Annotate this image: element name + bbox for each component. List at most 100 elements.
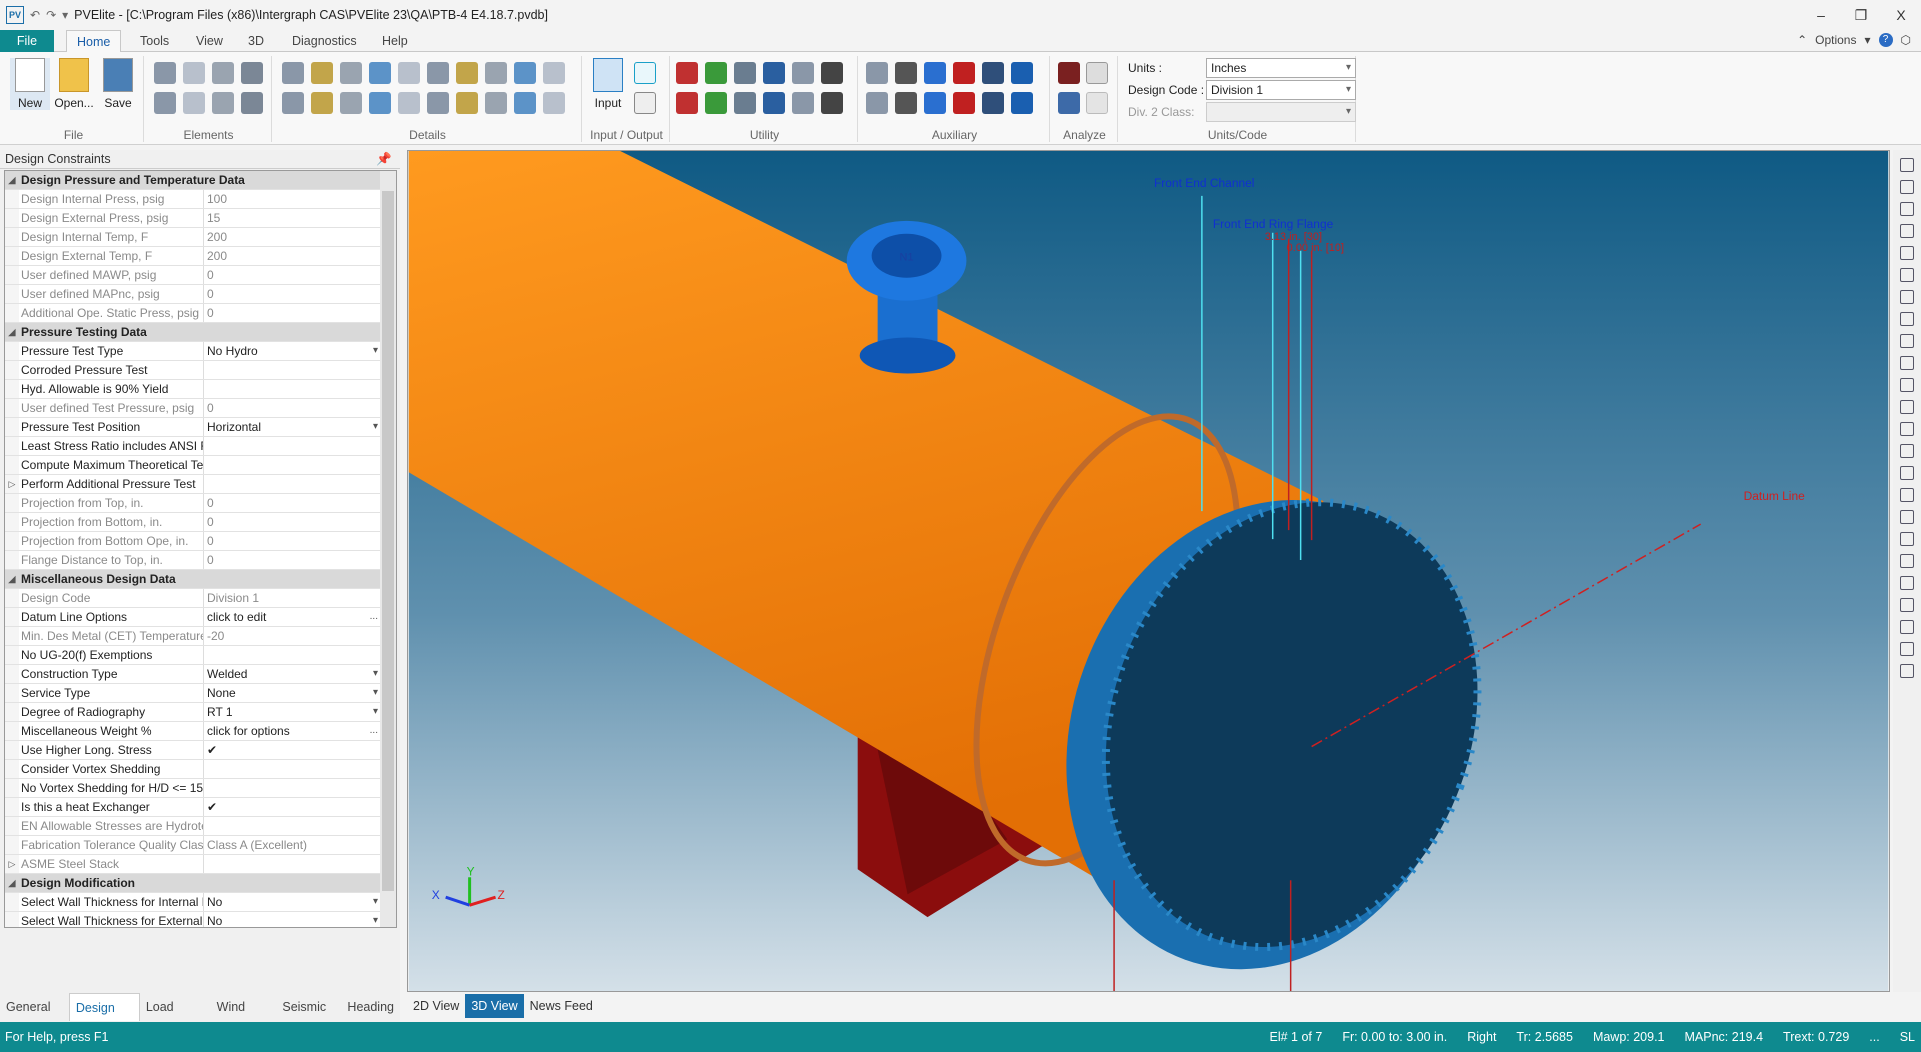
minimize-button[interactable]: – — [1801, 0, 1841, 30]
property-row[interactable]: Pressure Test Type No Hydro ▾ — [5, 342, 396, 361]
auxiliary-tool-icon[interactable] — [982, 62, 1004, 84]
output-icon[interactable] — [1086, 62, 1108, 84]
close-button[interactable]: X — [1881, 0, 1921, 30]
redo-icon[interactable]: ↷ — [46, 8, 56, 22]
expand-icon[interactable]: ▷ — [5, 475, 19, 493]
category-row[interactable]: ◢ Pressure Testing Data — [5, 323, 396, 342]
detail-tool-icon[interactable] — [398, 62, 420, 84]
property-value[interactable]: Horizontal ▾ — [204, 418, 382, 436]
dropdown-arrow-icon[interactable]: ▾ — [373, 684, 378, 702]
tab-view[interactable]: View — [186, 30, 233, 52]
panel-tab[interactable]: Wind Data — [211, 993, 277, 1042]
view-tool-icon[interactable] — [1900, 532, 1914, 546]
property-row[interactable]: Hyd. Allowable is 90% Yield — [5, 380, 396, 399]
property-value[interactable] — [204, 380, 382, 398]
property-row[interactable]: Degree of Radiography RT 1 ▾ — [5, 703, 396, 722]
detail-tool-icon[interactable] — [340, 92, 362, 114]
auxiliary-tool-icon[interactable] — [895, 92, 917, 114]
property-value[interactable]: click to edit... — [204, 608, 382, 626]
element-tool-icon[interactable] — [241, 92, 263, 114]
view-tool-icon[interactable] — [1900, 224, 1914, 238]
view-tool-icon[interactable] — [1900, 400, 1914, 414]
view-tool-icon[interactable] — [1900, 202, 1914, 216]
auxiliary-tool-icon[interactable] — [866, 92, 888, 114]
dropdown-arrow-icon[interactable]: ▾ — [373, 893, 378, 911]
help-icon[interactable]: ? — [1878, 33, 1893, 47]
detail-tool-icon[interactable] — [311, 92, 333, 114]
utility-tool-icon[interactable] — [792, 92, 814, 114]
tab-3d[interactable]: 3D — [238, 30, 274, 52]
detail-tool-icon[interactable] — [369, 92, 391, 114]
auxiliary-tool-icon[interactable] — [953, 92, 975, 114]
tab-tools[interactable]: Tools — [130, 30, 179, 52]
customize-qat-icon[interactable]: ▾ — [62, 8, 68, 22]
view-tool-icon[interactable] — [1900, 180, 1914, 194]
tab-2d-view[interactable]: 2D View — [407, 994, 465, 1018]
property-row[interactable]: No Vortex Shedding for H/D <= 15 — [5, 779, 396, 798]
view-tool-icon[interactable] — [1900, 356, 1914, 370]
open-button[interactable]: Open... — [54, 58, 94, 110]
detail-tool-icon[interactable] — [282, 92, 304, 114]
design-code-select[interactable]: Division 1 — [1206, 80, 1356, 100]
collapse-icon[interactable]: ◢ — [5, 570, 19, 588]
property-value[interactable] — [204, 475, 382, 493]
collapse-icon[interactable]: ◢ — [5, 323, 19, 341]
detail-tool-icon[interactable] — [543, 92, 565, 114]
property-row[interactable]: Fabrication Tolerance Quality Class Class… — [5, 836, 396, 855]
detail-tool-icon[interactable] — [485, 62, 507, 84]
dropdown-arrow-icon[interactable]: ▾ — [373, 342, 378, 360]
dropdown-arrow-icon[interactable]: ▾ — [373, 703, 378, 721]
property-row[interactable]: Design Code Division 1 — [5, 589, 396, 608]
property-row[interactable]: No UG-20(f) Exemptions — [5, 646, 396, 665]
property-value[interactable] — [204, 779, 382, 797]
property-value[interactable]: None ▾ — [204, 684, 382, 702]
utility-tool-icon[interactable] — [821, 92, 843, 114]
view-tool-icon[interactable] — [1900, 576, 1914, 590]
property-row[interactable]: Additional Ope. Static Press, psig 0 — [5, 304, 396, 323]
property-row[interactable]: Projection from Top, in. 0 — [5, 494, 396, 513]
view-tool-icon[interactable] — [1900, 334, 1914, 348]
tab-news-feed[interactable]: News Feed — [524, 994, 599, 1018]
property-row[interactable]: User defined MAWP, psig 0 — [5, 266, 396, 285]
utility-tool-icon[interactable] — [734, 62, 756, 84]
element-tool-icon[interactable] — [154, 92, 176, 114]
tab-file[interactable]: File — [0, 30, 54, 52]
report-icon[interactable] — [634, 92, 656, 114]
property-value[interactable]: ✔ — [204, 798, 382, 816]
property-value[interactable] — [204, 456, 382, 474]
property-row[interactable]: Corroded Pressure Test — [5, 361, 396, 380]
auxiliary-tool-icon[interactable] — [953, 62, 975, 84]
detail-tool-icon[interactable] — [456, 62, 478, 84]
detail-tool-icon[interactable] — [311, 62, 333, 84]
dropdown-arrow-icon[interactable]: ▾ — [373, 665, 378, 683]
property-row[interactable]: User defined Test Pressure, psig 0 — [5, 399, 396, 418]
element-tool-icon[interactable] — [183, 92, 205, 114]
detail-tool-icon[interactable] — [398, 92, 420, 114]
auxiliary-tool-icon[interactable] — [1011, 92, 1033, 114]
property-row[interactable]: Datum Line Options click to edit... — [5, 608, 396, 627]
property-row[interactable]: Construction Type Welded ▾ — [5, 665, 396, 684]
property-row[interactable]: EN Allowable Stresses are Hydrotest — [5, 817, 396, 836]
element-tool-icon[interactable] — [241, 62, 263, 84]
utility-tool-icon[interactable] — [821, 62, 843, 84]
expand-icon[interactable]: ▷ — [5, 855, 19, 873]
view-tool-icon[interactable] — [1900, 444, 1914, 458]
view-tool-icon[interactable] — [1900, 466, 1914, 480]
property-row[interactable]: Flange Distance to Top, in. 0 — [5, 551, 396, 570]
detail-tool-icon[interactable] — [282, 62, 304, 84]
utility-tool-icon[interactable] — [734, 92, 756, 114]
detail-tool-icon[interactable] — [514, 92, 536, 114]
property-row[interactable]: Consider Vortex Shedding — [5, 760, 396, 779]
property-row[interactable]: Design Internal Temp, F 200 — [5, 228, 396, 247]
detail-tool-icon[interactable] — [543, 62, 565, 84]
review-icon[interactable] — [1086, 92, 1108, 114]
detail-tool-icon[interactable] — [485, 92, 507, 114]
tab-diagnostics[interactable]: Diagnostics — [282, 30, 367, 52]
property-value[interactable]: RT 1 ▾ — [204, 703, 382, 721]
auxiliary-tool-icon[interactable] — [1011, 62, 1033, 84]
restore-button[interactable]: ❐ — [1841, 0, 1881, 30]
auxiliary-tool-icon[interactable] — [895, 62, 917, 84]
property-value[interactable]: No Hydro ▾ — [204, 342, 382, 360]
panel-tab[interactable]: Load Cas... — [140, 993, 211, 1042]
property-row[interactable]: ▷ ASME Steel Stack — [5, 855, 396, 874]
